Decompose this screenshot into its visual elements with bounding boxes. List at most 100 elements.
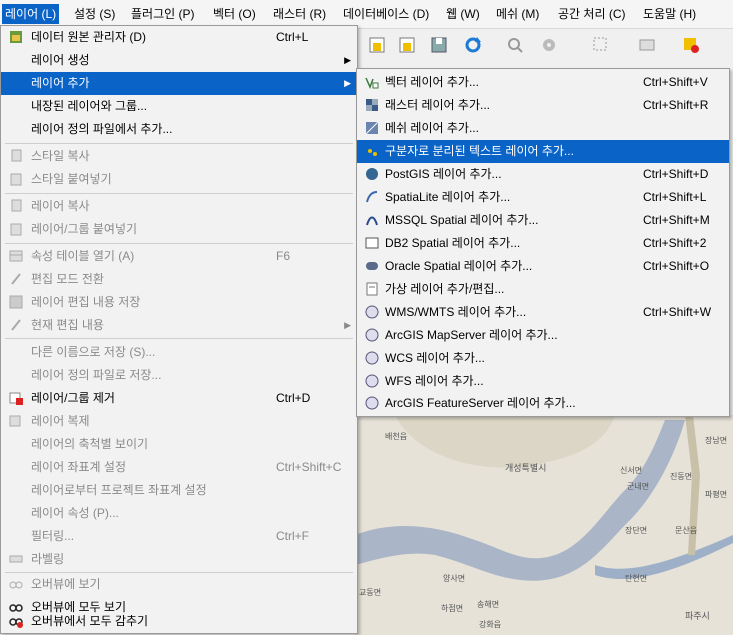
submenu-item-add-wcs[interactable]: WCS 레이어 추가... bbox=[357, 347, 729, 370]
new-layer2-icon[interactable] bbox=[397, 35, 417, 55]
menu-processing[interactable]: 공간 처리 (C) bbox=[555, 4, 629, 24]
chevron-right-icon: ▶ bbox=[344, 55, 351, 65]
deselect-icon[interactable] bbox=[681, 35, 701, 55]
menu-item-layer-properties[interactable]: 레이어 속성 (P)... bbox=[1, 502, 357, 525]
map-label: 진동면 bbox=[670, 472, 693, 481]
submenu-item-shortcut: Ctrl+Shift+2 bbox=[643, 236, 707, 250]
submenu-item-add-vector[interactable]: 벡터 레이어 추가... Ctrl+Shift+V bbox=[357, 71, 729, 94]
menu-item-label: 데이터 원본 관리자 (D) bbox=[31, 30, 146, 44]
chevron-right-icon: ▶ bbox=[344, 78, 351, 88]
menu-item-hide-all-overview[interactable]: 오버뷰에서 모두 감추기 bbox=[1, 610, 357, 633]
submenu-item-add-wfs[interactable]: WFS 레이어 추가... bbox=[357, 370, 729, 393]
menu-item-copy-layer[interactable]: 레이어 복사 bbox=[1, 195, 357, 218]
submenu-item-add-virtual[interactable]: 가상 레이어 추가/편집... bbox=[357, 278, 729, 301]
menu-item-label: 레이어의 축척별 보이기 bbox=[31, 437, 149, 451]
submenu-item-label: 구분자로 분리된 텍스트 레이어 추가... bbox=[385, 144, 574, 158]
wms-icon bbox=[365, 305, 379, 319]
menu-item-set-project-crs[interactable]: 레이어로부터 프로젝트 좌표계 설정 bbox=[1, 479, 357, 502]
mesh-layer-icon bbox=[365, 121, 379, 135]
spatialite-icon bbox=[366, 191, 378, 203]
menu-item-shortcut: Ctrl+D bbox=[276, 391, 311, 405]
menu-item-toggle-editing[interactable]: 편집 모드 전환 bbox=[1, 268, 357, 291]
menu-item-show-in-overview[interactable]: 오버뷰에 보기 bbox=[1, 573, 357, 596]
wcs-icon bbox=[365, 351, 379, 365]
table-icon[interactable] bbox=[637, 35, 657, 55]
submenu-item-add-arcgis-mapserver[interactable]: ArcGIS MapServer 레이어 추가... bbox=[357, 324, 729, 347]
submenu-item-shortcut: Ctrl+Shift+L bbox=[643, 190, 707, 204]
arcgis-featureserver-icon bbox=[365, 396, 379, 410]
menu-vector[interactable]: 벡터 (O) bbox=[210, 4, 259, 24]
menu-item-shortcut: Ctrl+L bbox=[276, 30, 309, 44]
menu-item-current-edits[interactable]: 현재 편집 내용 ▶ bbox=[1, 314, 357, 337]
menu-web[interactable]: 웹 (W) bbox=[443, 4, 483, 24]
submenu-item-label: ArcGIS MapServer 레이어 추가... bbox=[385, 328, 558, 342]
map-label: 양사면 bbox=[443, 574, 466, 583]
menu-settings[interactable]: 설정 (S) bbox=[71, 4, 118, 24]
menu-item-label: 필터링... bbox=[31, 529, 75, 543]
menu-item-save-edits[interactable]: 레이어 편집 내용 저장 bbox=[1, 291, 357, 314]
menu-item-duplicate-layer[interactable]: 레이어 복제 bbox=[1, 410, 357, 433]
menu-item-scale-visibility[interactable]: 레이어의 축척별 보이기 bbox=[1, 433, 357, 456]
menu-item-set-layer-crs[interactable]: 레이어 좌표계 설정 Ctrl+Shift+C bbox=[1, 456, 357, 479]
menu-item-shortcut: Ctrl+F bbox=[276, 529, 309, 543]
submenu-item-add-oracle[interactable]: Oracle Spatial 레이어 추가... Ctrl+Shift+O bbox=[357, 255, 729, 278]
menu-item-embed-layers[interactable]: 내장된 레이어와 그룹... bbox=[1, 95, 357, 118]
menu-item-create-layer[interactable]: 레이어 생성 ▶ bbox=[1, 49, 357, 72]
submenu-item-label: Oracle Spatial 레이어 추가... bbox=[385, 259, 533, 273]
submenu-item-add-mssql[interactable]: MSSQL Spatial 레이어 추가... Ctrl+Shift+M bbox=[357, 209, 729, 232]
submenu-item-label: 벡터 레이어 추가... bbox=[385, 75, 479, 89]
submenu-item-add-delimited-text[interactable]: 구분자로 분리된 텍스트 레이어 추가... bbox=[357, 140, 729, 163]
menu-item-remove-layer[interactable]: 레이어/그룹 제거 Ctrl+D bbox=[1, 387, 357, 410]
menu-item-paste-layer[interactable]: 레이어/그룹 붙여넣기 bbox=[1, 218, 357, 241]
menu-raster[interactable]: 래스터 (R) bbox=[270, 4, 329, 24]
raster-layer-icon bbox=[366, 99, 378, 111]
save-icon[interactable] bbox=[429, 35, 449, 55]
menu-item-labeling[interactable]: 라벨링 bbox=[1, 548, 357, 571]
menu-item-data-source-manager[interactable]: 데이터 원본 관리자 (D) Ctrl+L bbox=[1, 26, 357, 49]
submenu-item-add-postgis[interactable]: PostGIS 레이어 추가... Ctrl+Shift+D bbox=[357, 163, 729, 186]
menu-mesh[interactable]: 메쉬 (M) bbox=[493, 4, 542, 24]
submenu-item-add-mesh[interactable]: 메쉬 레이어 추가... bbox=[357, 117, 729, 140]
select-gear-icon[interactable] bbox=[539, 35, 559, 55]
submenu-item-add-db2[interactable]: DB2 Spatial 레이어 추가... Ctrl+Shift+2 bbox=[357, 232, 729, 255]
menu-item-label: 레이어 편집 내용 저장 bbox=[31, 295, 141, 309]
menu-item-paste-style[interactable]: 스타일 붙여넣기 bbox=[1, 168, 357, 191]
submenu-item-add-raster[interactable]: 래스터 레이어 추가... Ctrl+Shift+R bbox=[357, 94, 729, 117]
menu-item-save-definition[interactable]: 레이어 정의 파일로 저장... bbox=[1, 364, 357, 387]
menu-item-label: 현재 편집 내용 bbox=[31, 318, 104, 332]
submenu-item-shortcut: Ctrl+Shift+D bbox=[643, 167, 709, 181]
menu-item-add-layer[interactable]: 레이어 추가 ▶ bbox=[1, 72, 357, 95]
menu-item-filter[interactable]: 필터링... Ctrl+F bbox=[1, 525, 357, 548]
menu-item-save-as[interactable]: 다른 이름으로 저장 (S)... bbox=[1, 341, 357, 364]
submenu-item-add-spatialite[interactable]: SpatiaLite 레이어 추가... Ctrl+Shift+L bbox=[357, 186, 729, 209]
map-label: 교동면 bbox=[359, 588, 382, 597]
map-label: 개성특별시 bbox=[505, 463, 547, 473]
menu-item-add-from-definition[interactable]: 레이어 정의 파일에서 추가... bbox=[1, 118, 357, 141]
menu-help[interactable]: 도움말 (H) bbox=[640, 4, 699, 24]
menu-item-label: 편집 모드 전환 bbox=[31, 272, 104, 286]
new-layer-icon[interactable] bbox=[367, 35, 387, 55]
menu-database[interactable]: 데이터베이스 (D) bbox=[340, 4, 432, 24]
map-label: 장단면 bbox=[625, 526, 648, 535]
refresh-icon[interactable] bbox=[463, 35, 483, 55]
menu-item-label: 레이어 복제 bbox=[31, 414, 90, 428]
map-canvas[interactable]: 배천읍 개성특별시 신서면 진동면 장남면 군내면 파평면 장단면 문산읍 탄현… bbox=[355, 415, 733, 635]
submenu-item-add-wms[interactable]: WMS/WMTS 레이어 추가... Ctrl+Shift+W bbox=[357, 301, 729, 324]
layer-menu: 데이터 원본 관리자 (D) Ctrl+L 레이어 생성 ▶ 레이어 추가 ▶ … bbox=[0, 25, 358, 634]
identify-icon[interactable] bbox=[505, 35, 525, 55]
menu-separator bbox=[5, 243, 353, 244]
map-label: 탄현면 bbox=[625, 574, 648, 583]
menu-item-label: 스타일 복사 bbox=[31, 149, 90, 163]
submenu-item-shortcut: Ctrl+Shift+W bbox=[643, 305, 712, 319]
labeling-icon bbox=[9, 555, 23, 563]
submenu-item-label: WFS 레이어 추가... bbox=[385, 374, 484, 388]
menu-item-label: 레이어 정의 파일에서 추가... bbox=[31, 122, 173, 136]
paste-layer-icon bbox=[10, 223, 22, 236]
menu-item-open-attribute-table[interactable]: 속성 테이블 열기 (A) F6 bbox=[1, 245, 357, 268]
menu-item-copy-style[interactable]: 스타일 복사 bbox=[1, 145, 357, 168]
copy-style-icon bbox=[11, 149, 22, 162]
menu-plugins[interactable]: 플러그인 (P) bbox=[128, 4, 198, 24]
menu-layer[interactable]: 레이어 (L) bbox=[2, 4, 60, 24]
select-feature-icon[interactable] bbox=[591, 35, 611, 55]
submenu-item-add-arcgis-featureserver[interactable]: ArcGIS FeatureServer 레이어 추가... bbox=[357, 393, 729, 414]
